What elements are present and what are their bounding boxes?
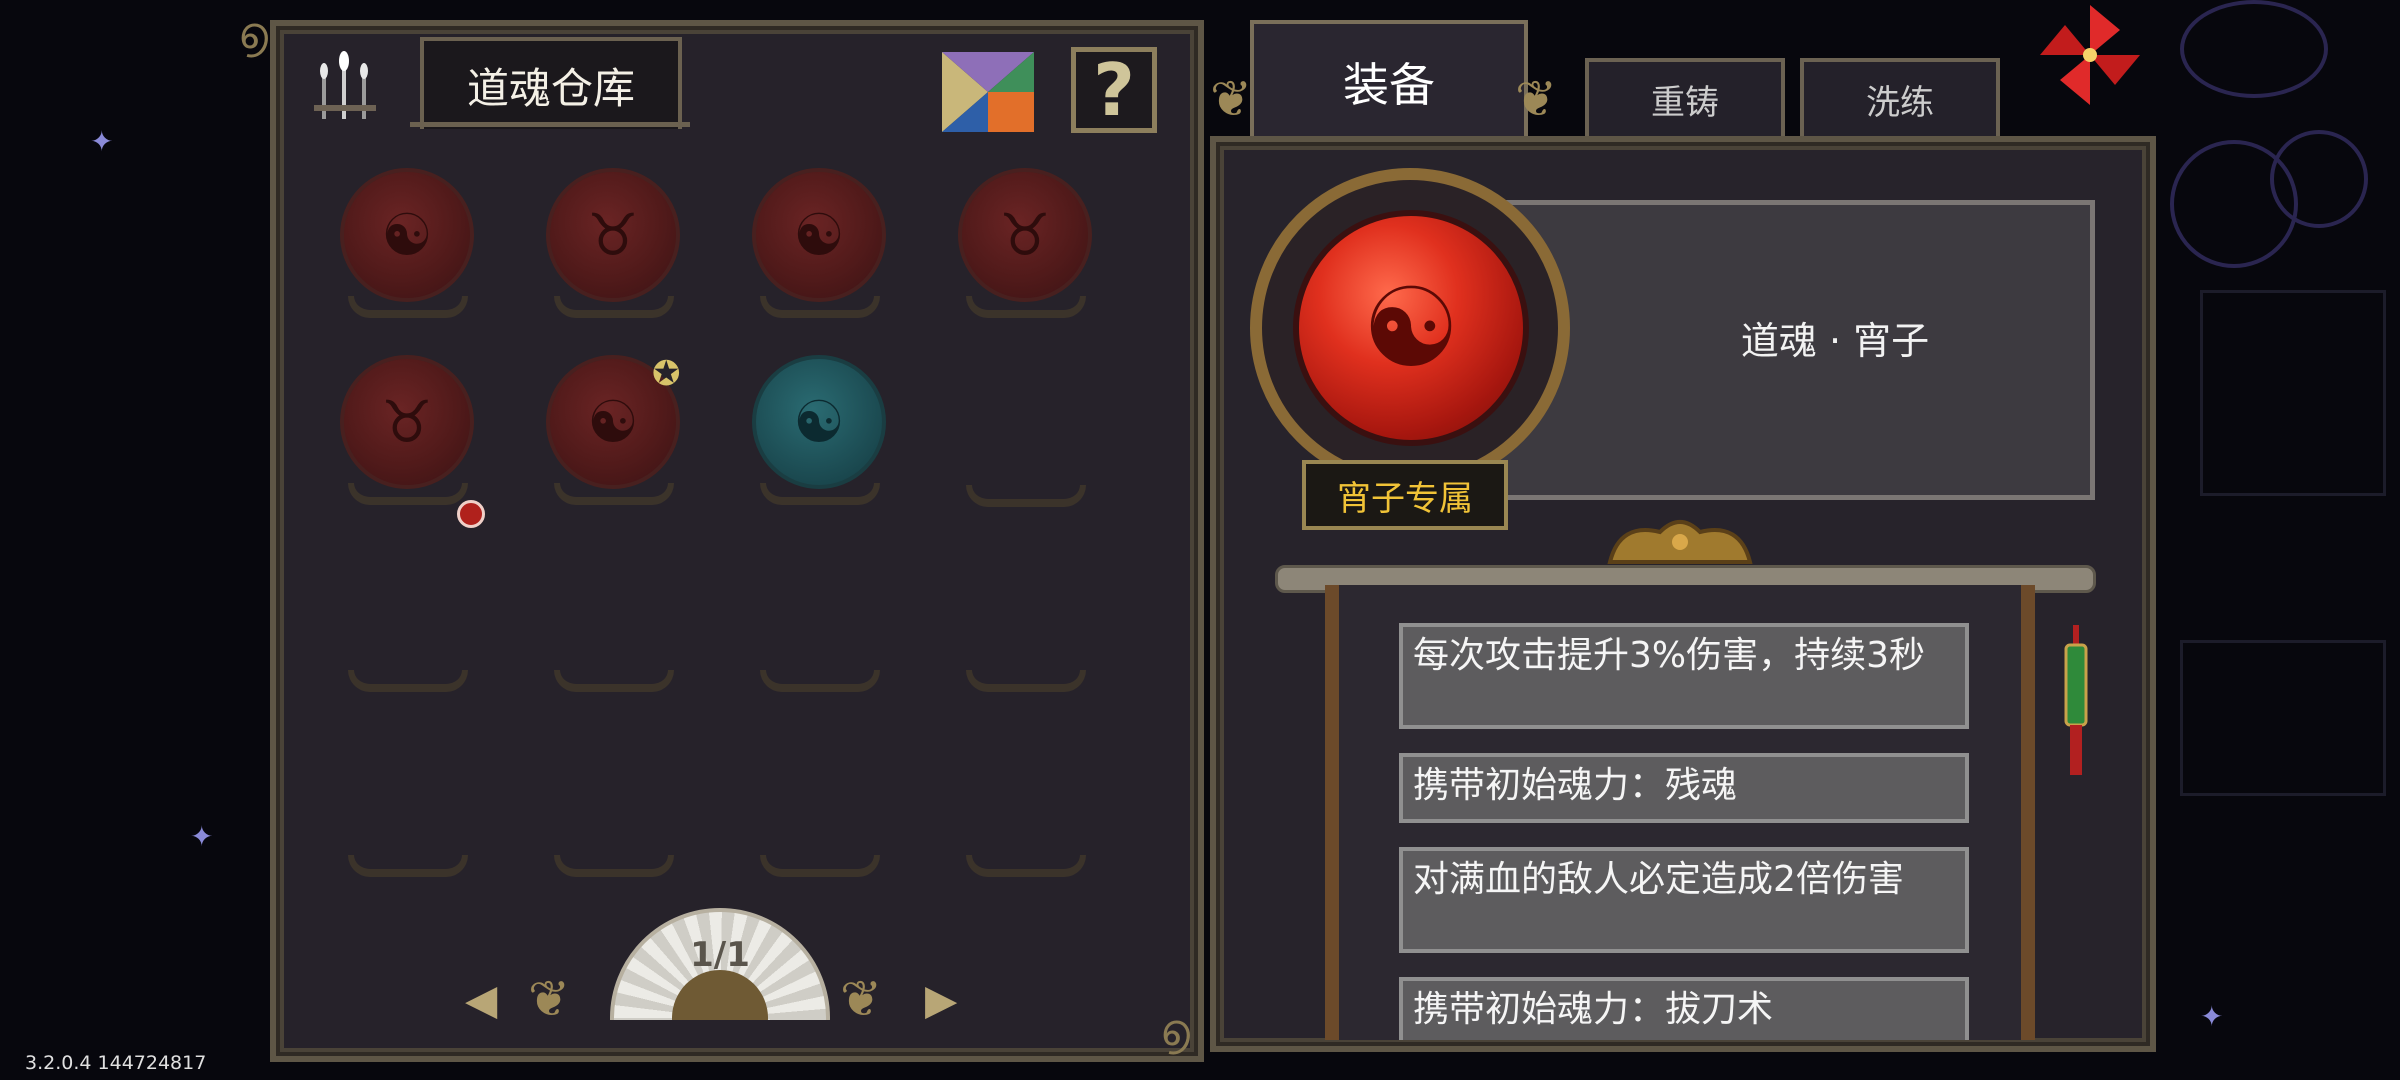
soul-orb-icon: ☯ bbox=[340, 168, 474, 302]
background-star-icon: ✦ bbox=[90, 125, 114, 158]
question-icon: ? bbox=[1093, 48, 1135, 132]
orb-stand bbox=[554, 670, 674, 692]
orb-stand bbox=[966, 296, 1086, 318]
effects-scroll[interactable]: 每次攻击提升3%伤害，持续3秒 携带初始魂力：残魂 对满血的敌人必定造成2倍伤害… bbox=[1325, 585, 2035, 1040]
tangram-icon[interactable] bbox=[942, 52, 1034, 132]
soul-orb-icon: ♉ bbox=[340, 355, 474, 489]
empty-soul-slot[interactable] bbox=[958, 785, 1098, 945]
new-item-badge bbox=[457, 500, 485, 528]
effect-item: 对满血的敌人必定造成2倍伤害 bbox=[1399, 847, 1969, 953]
tab-equip-label: 装备 bbox=[1343, 58, 1435, 112]
background-star-icon: ✦ bbox=[2200, 1000, 2224, 1033]
tab-reforge[interactable]: 重铸 bbox=[1585, 58, 1785, 136]
effect-item: 携带初始魂力：拔刀术 bbox=[1399, 977, 1969, 1040]
soul-slot[interactable]: ☯ bbox=[340, 168, 480, 328]
soul-slot[interactable]: ☯ bbox=[752, 355, 892, 515]
orb-stand bbox=[760, 483, 880, 505]
empty-soul-slot[interactable] bbox=[340, 785, 480, 945]
soul-orb-icon: ☯ bbox=[752, 355, 886, 489]
soul-orb-icon: ☯ bbox=[1293, 210, 1529, 446]
empty-soul-slot[interactable] bbox=[958, 415, 1098, 575]
tab-reforge-label: 重铸 bbox=[1651, 82, 1719, 123]
cloud-ornament-icon: ❦ bbox=[1515, 70, 1557, 128]
tab-refine[interactable]: 洗练 bbox=[1800, 58, 2000, 136]
orb-stand bbox=[760, 855, 880, 877]
orb-stand bbox=[760, 296, 880, 318]
soul-slot[interactable]: ♉ bbox=[958, 168, 1098, 328]
star-badge-icon: ✪ bbox=[652, 354, 681, 394]
empty-soul-slot[interactable] bbox=[958, 600, 1098, 760]
orb-stand bbox=[966, 670, 1086, 692]
help-button[interactable]: ? bbox=[1071, 47, 1157, 133]
corner-ornament-icon: ൭ bbox=[238, 8, 268, 59]
prev-page-button[interactable]: ◀ bbox=[465, 975, 497, 1024]
orb-stand bbox=[554, 483, 674, 505]
effect-item: 每次攻击提升3%伤害，持续3秒 bbox=[1399, 623, 1969, 729]
orb-stand bbox=[348, 855, 468, 877]
soul-slot[interactable]: ☯ bbox=[752, 168, 892, 328]
effect-item: 携带初始魂力：残魂 bbox=[1399, 753, 1969, 823]
version-label: 3.2.0.4 144724817 bbox=[25, 1052, 207, 1074]
background-ring bbox=[2270, 130, 2368, 228]
warehouse-title-tab: 道魂仓库 bbox=[420, 37, 682, 129]
exclusive-tag: 宵子专属 bbox=[1302, 460, 1508, 530]
soul-slot[interactable]: ♉ bbox=[340, 355, 480, 515]
soul-name: 道魂 · 宵子 bbox=[1740, 319, 1930, 363]
tassel-icon bbox=[2064, 625, 2088, 775]
cloud-ornament-icon: ❦ bbox=[528, 970, 570, 1028]
page-indicator: 1/1 bbox=[690, 935, 750, 975]
empty-soul-slot[interactable] bbox=[340, 600, 480, 760]
exclusive-label: 宵子专属 bbox=[1337, 478, 1473, 519]
tab-refine-label: 洗练 bbox=[1866, 82, 1934, 123]
background-ring bbox=[2180, 0, 2328, 98]
incense-sticks-icon bbox=[314, 51, 376, 119]
soul-slot[interactable]: ♉ bbox=[546, 168, 686, 328]
next-page-button[interactable]: ▶ bbox=[925, 975, 957, 1024]
orb-stand bbox=[554, 296, 674, 318]
orb-stand bbox=[348, 483, 468, 505]
orb-stand bbox=[348, 296, 468, 318]
pinwheel-icon[interactable] bbox=[2035, 0, 2145, 110]
cloud-ornament-icon: ❦ bbox=[840, 970, 882, 1028]
cloud-ornament-icon: ❦ bbox=[1210, 70, 1252, 128]
orb-stand bbox=[966, 855, 1086, 877]
background-tile bbox=[2200, 290, 2386, 496]
soul-orb-icon: ♉ bbox=[546, 168, 680, 302]
orb-stand bbox=[348, 670, 468, 692]
empty-soul-slot[interactable] bbox=[546, 600, 686, 760]
orb-stand bbox=[554, 855, 674, 877]
corner-ornament-icon: ൭ bbox=[1160, 1005, 1190, 1056]
background-star-icon: ✦ bbox=[190, 820, 214, 853]
soul-orb-icon: ☯ bbox=[752, 168, 886, 302]
empty-soul-slot[interactable] bbox=[752, 600, 892, 760]
tab-equip[interactable]: 装备 bbox=[1250, 20, 1528, 140]
background-tile bbox=[2180, 640, 2386, 796]
orb-stand bbox=[760, 670, 880, 692]
title-underline bbox=[410, 122, 690, 127]
soul-orb-icon: ♉ bbox=[958, 168, 1092, 302]
warehouse-title: 道魂仓库 bbox=[466, 63, 635, 113]
scroll-ornament-icon bbox=[1607, 520, 1753, 564]
orb-stand bbox=[966, 485, 1086, 507]
